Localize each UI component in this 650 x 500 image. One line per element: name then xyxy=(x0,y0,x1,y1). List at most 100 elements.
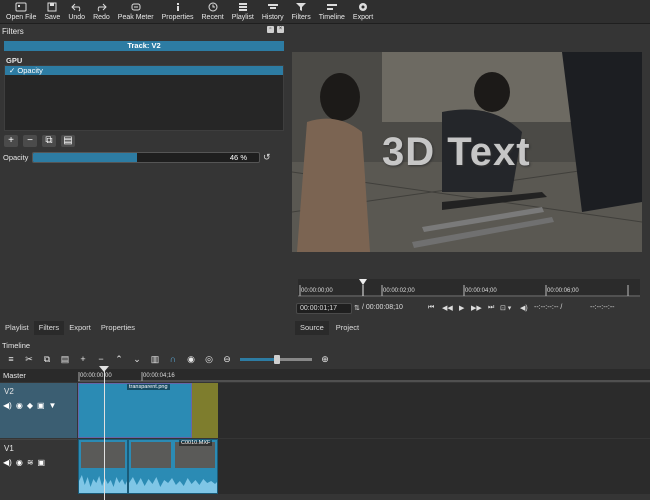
menu-icon[interactable]: ≡ xyxy=(2,352,20,366)
opacity-label: Opacity xyxy=(3,153,29,162)
add-filter-button[interactable]: + xyxy=(4,135,18,147)
track-lane-v1: C0010.MXF xyxy=(78,439,650,494)
player-ruler[interactable]: 00:00:00;00 00:00:02;00 00:00:04;00 00:0… xyxy=(298,279,640,297)
export-button[interactable]: Export xyxy=(349,0,377,24)
clip-thumbnail xyxy=(81,442,125,468)
minus-icon: − xyxy=(27,135,33,146)
zoom-out-icon[interactable]: ⊖ xyxy=(218,352,236,366)
skip-previous-icon[interactable]: ⏮ xyxy=(428,304,434,312)
zoom-slider[interactable] xyxy=(240,354,312,364)
ruler-tick-label: 00:00:02;00 xyxy=(383,288,415,294)
timeline-tick-label: 00:00:00;00 xyxy=(80,373,112,379)
redo-icon xyxy=(98,3,108,12)
tab-project[interactable]: Project xyxy=(330,321,365,335)
tab-filters[interactable]: Filters xyxy=(33,321,65,335)
filters-button[interactable]: Filters xyxy=(288,0,315,24)
playlist-button[interactable]: Playlist xyxy=(228,0,258,24)
timecode-spin-icon[interactable]: ⇅ xyxy=(354,304,360,312)
save-label: Save xyxy=(44,14,61,21)
undo-button[interactable]: Undo xyxy=(64,0,89,24)
fast-forward-icon[interactable]: ▶▶ xyxy=(471,304,482,312)
mute-icon[interactable]: ◀) xyxy=(3,458,12,467)
copy-filter-button[interactable]: ⧉ xyxy=(42,135,56,147)
left-dock-tabs: Playlist Filters Export Properties xyxy=(0,321,141,335)
tab-properties[interactable]: Properties xyxy=(95,321,141,335)
cut-icon[interactable]: ✂ xyxy=(20,352,38,366)
playlist-icon xyxy=(238,3,247,11)
paste-icon[interactable]: ▤ xyxy=(56,352,74,366)
reset-icon[interactable]: ↺ xyxy=(263,152,273,162)
timeline-clip[interactable] xyxy=(78,439,128,494)
clip-label: transparent.png xyxy=(127,384,170,390)
clock-icon xyxy=(208,2,218,12)
timeline-clip[interactable]: transparent.png xyxy=(78,383,192,438)
zoom-fit-icon[interactable]: ⊡ ▾ xyxy=(500,304,511,312)
snap-icon[interactable]: ∩ xyxy=(164,352,182,366)
plus-icon: + xyxy=(8,135,14,146)
lift-icon[interactable]: ⌃ xyxy=(110,352,128,366)
remove-filter-button[interactable]: − xyxy=(23,135,37,147)
video-overlay-text: 3D Text xyxy=(382,130,531,174)
opacity-slider[interactable]: 46 % xyxy=(32,152,260,163)
composite-icon[interactable]: ◆ xyxy=(27,401,33,410)
timeline-panel-title: Timeline xyxy=(2,341,31,350)
master-row: Master 00:00:00;00 00:00:04;16 xyxy=(0,369,650,382)
opacity-slider-fill xyxy=(33,153,137,162)
filter-list-item[interactable]: ✓ Opacity xyxy=(5,66,283,75)
timeline-toolbar: ≡ ✂ ⧉ ▤ + − ⌃ ⌄ ▥ ∩ ◉ ◎ ⊖ ⊕ xyxy=(0,350,650,368)
timeline-clip-tail[interactable] xyxy=(192,383,218,438)
redo-button[interactable]: Redo xyxy=(89,0,114,24)
history-button[interactable]: History xyxy=(258,0,288,24)
tab-playlist[interactable]: Playlist xyxy=(0,321,34,335)
mute-icon[interactable]: ◀) xyxy=(3,401,12,410)
play-icon[interactable]: ▶ xyxy=(459,304,464,312)
lock-icon[interactable]: ▣ xyxy=(37,401,45,410)
rewind-icon[interactable]: ◀◀ xyxy=(442,304,453,312)
filters-track-header: Track: V2 xyxy=(4,41,284,51)
peak-meter-button[interactable]: Peak Meter xyxy=(114,0,158,24)
filter-icon[interactable]: ▼ xyxy=(49,401,57,410)
recent-button[interactable]: Recent xyxy=(198,0,228,24)
copy-icon[interactable]: ⧉ xyxy=(38,352,56,366)
overwrite-icon[interactable]: ⌄ xyxy=(128,352,146,366)
ruler-tick-label: 00:00:04;00 xyxy=(465,288,497,294)
close-icon[interactable]: × xyxy=(277,26,284,33)
track-name: V2 xyxy=(4,387,14,396)
volume-icon[interactable]: ◀) xyxy=(520,304,528,312)
properties-button[interactable]: Properties xyxy=(158,0,198,24)
ruler-tick-label: 00:00:06;00 xyxy=(547,288,579,294)
tab-source[interactable]: Source xyxy=(295,321,329,335)
duration-text: / 00:00:08;10 xyxy=(362,304,403,311)
split-icon[interactable]: ▥ xyxy=(146,352,164,366)
playhead[interactable] xyxy=(104,369,105,500)
open-file-icon xyxy=(15,2,27,12)
timeline-clip[interactable]: C0010.MXF xyxy=(128,439,218,494)
float-icon[interactable]: ▫ xyxy=(267,26,274,33)
skip-next-icon[interactable]: ⏭ xyxy=(488,304,494,312)
paste-filter-button[interactable]: ▤ xyxy=(61,135,75,147)
checkbox-checked-icon[interactable]: ✓ xyxy=(9,66,15,75)
track-lane-v2: transparent.png xyxy=(78,383,650,438)
scrub-icon[interactable]: ◉ xyxy=(182,352,200,366)
remove-icon[interactable]: − xyxy=(92,352,110,366)
zoom-in-icon[interactable]: ⊕ xyxy=(316,352,334,366)
lock-icon[interactable]: ▣ xyxy=(38,458,46,467)
layers-icon[interactable]: ≋ xyxy=(27,458,34,467)
eye-icon[interactable]: ◉ xyxy=(16,458,23,467)
append-icon[interactable]: + xyxy=(74,352,92,366)
open-file-button[interactable]: Open File xyxy=(2,0,40,24)
track-header-v1[interactable]: V1 ◀) ◉ ≋ ▣ xyxy=(0,439,77,494)
timeline-ruler[interactable]: 00:00:00;00 00:00:04;16 xyxy=(78,369,650,382)
eye-icon[interactable]: ◉ xyxy=(16,401,23,410)
filter-list[interactable]: ✓ Opacity xyxy=(4,65,284,131)
timeline-button[interactable]: Timeline xyxy=(315,0,349,24)
ruler-tick-label: 00:00:00;00 xyxy=(301,288,333,294)
save-button[interactable]: Save xyxy=(40,0,64,24)
track-name: V1 xyxy=(4,444,14,453)
tab-export[interactable]: Export xyxy=(64,321,96,335)
position-timecode[interactable]: 00:00:01;17 xyxy=(296,303,352,314)
zoom-slider-handle[interactable] xyxy=(274,354,280,364)
ripple-icon[interactable]: ◎ xyxy=(200,352,218,366)
track-header-v2[interactable]: V2 ◀) ◉ ◆ ▣ ▼ xyxy=(0,383,77,438)
audio-waveform xyxy=(129,477,217,493)
